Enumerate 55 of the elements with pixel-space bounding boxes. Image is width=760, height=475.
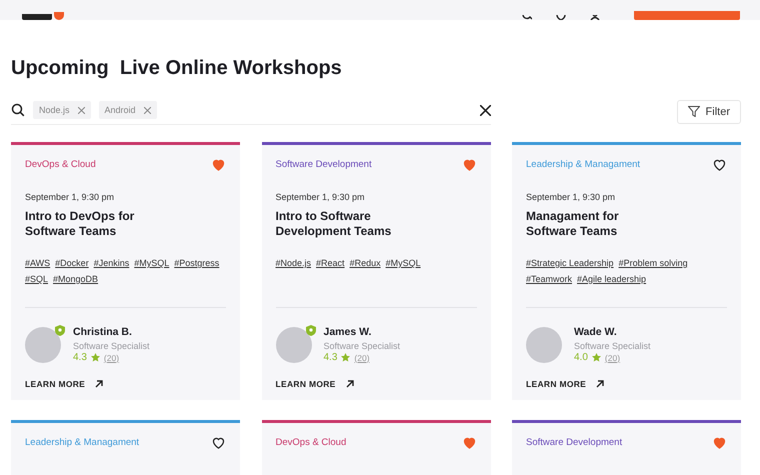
tag-link[interactable]: #Agile leadership: [577, 273, 646, 285]
instructor-role: Software Specialist: [73, 341, 150, 351]
category-label: Leadership & Managament: [25, 437, 140, 448]
category-label: Software Development: [276, 159, 372, 170]
tag-link[interactable]: #MongoDB: [53, 273, 98, 285]
arrow-icon: [596, 380, 604, 388]
tag-link[interactable]: #Node.js: [276, 257, 312, 269]
learn-more-link[interactable]: LEARN MORE: [25, 379, 104, 389]
workshop-title: Intro to DevOps for Software Teams: [25, 209, 136, 239]
tag-link[interactable]: #Strategic Leadership: [526, 257, 614, 269]
avatar: [276, 326, 312, 362]
avatar: [526, 326, 562, 362]
rating-value: 4.0: [574, 352, 588, 363]
rating-value: 4.3: [73, 352, 87, 363]
tag-link[interactable]: #AWS: [25, 257, 50, 269]
page-title: Upcoming Live Online Workshops: [11, 56, 343, 80]
tag-link[interactable]: #MySQL: [386, 257, 421, 269]
workshop-date: September 1, 9:30 pm: [25, 192, 116, 202]
arrow-icon: [95, 380, 104, 388]
instructor-role: Software Specialist: [324, 341, 400, 351]
logo-mark: [54, 12, 64, 20]
heart-icon[interactable]: [712, 157, 727, 172]
avatar: [25, 326, 61, 362]
instructor-name: Christina B.: [73, 326, 133, 338]
tag-link[interactable]: #Jenkins: [94, 257, 130, 269]
close-icon[interactable]: [480, 104, 491, 116]
category-label: Software Development: [526, 437, 622, 448]
heart-icon[interactable]: [211, 435, 226, 450]
workshop-title: Managament for Software Teams: [526, 209, 620, 239]
tag-link[interactable]: #Redux: [350, 257, 381, 269]
tag-link[interactable]: #Docker: [55, 257, 89, 269]
rating-value: 4.3: [324, 352, 338, 363]
filter-button[interactable]: Filter: [676, 100, 741, 124]
category-label: DevOps & Cloud: [276, 437, 346, 448]
arrow-icon: [346, 380, 354, 388]
workshop-date: September 1, 9:30 pm: [276, 192, 366, 202]
star-icon: [592, 353, 601, 362]
tag-link[interactable]: #Teamwork: [526, 273, 572, 285]
star-icon: [90, 353, 100, 362]
star-icon: [341, 353, 350, 362]
workshop-date: September 1, 9:30 pm: [526, 192, 616, 202]
workshop-title: Intro to Software Development Teams: [276, 209, 392, 239]
instructor-name: Wade W.: [574, 326, 618, 338]
tag-link[interactable]: #SQL: [25, 273, 48, 285]
tag-link[interactable]: #React: [316, 257, 345, 269]
category-label: DevOps & Cloud: [25, 159, 96, 170]
tag-link[interactable]: #Problem solving: [618, 257, 688, 269]
learn-more-link[interactable]: LEARN MORE: [526, 379, 604, 389]
learn-more-link[interactable]: LEARN MORE: [276, 379, 354, 389]
instructor-name: James W.: [324, 326, 372, 338]
category-label: Leadership & Managament: [526, 159, 640, 170]
tag-link[interactable]: #MySQL: [134, 257, 170, 269]
instructor-role: Software Specialist: [574, 341, 651, 351]
tag-link[interactable]: #Postgress: [174, 257, 220, 269]
filter-icon: [688, 106, 700, 117]
